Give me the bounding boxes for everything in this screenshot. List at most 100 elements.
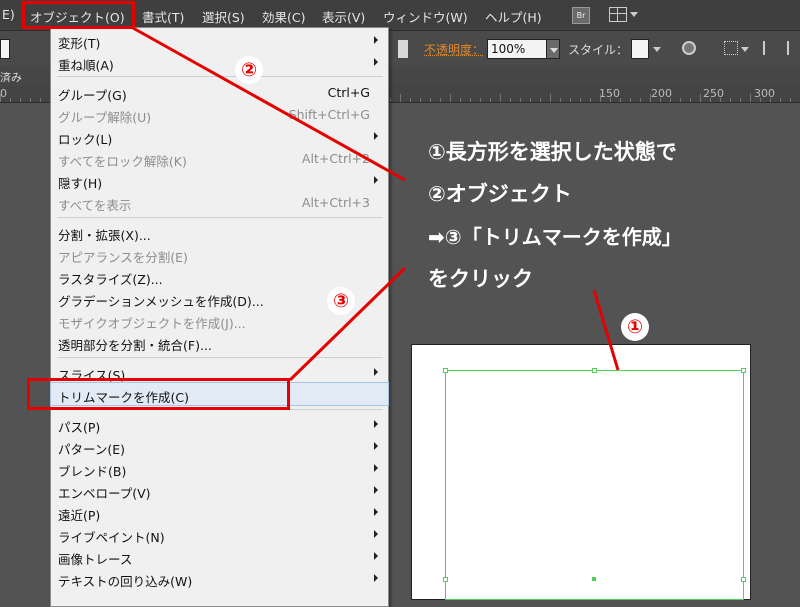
ruler-label: 200 [651,87,672,100]
ruler-tick [20,98,21,102]
submenu-arrow-icon [374,530,378,538]
submenu-arrow-icon [374,552,378,560]
opacity-label[interactable]: 不透明度： [424,41,484,58]
menu-item-image-trace[interactable]: 画像トレース [51,545,388,567]
ruler-tick [30,98,31,102]
menu-help[interactable]: ヘルプ(H) [485,7,542,26]
style-swatch[interactable] [631,39,649,59]
ruler-tick [0,94,1,102]
annotation-line-text: をクリック [428,267,533,291]
menu-item-text-wrap[interactable]: テキストの回り込み(W) [51,567,388,589]
ruler-tick [490,98,491,102]
ruler-tick [640,98,641,102]
menu-effect[interactable]: 効果(C) [262,7,305,26]
ruler-tick [700,94,701,102]
menu-item-hide[interactable]: 隠す(H) [51,169,388,191]
menu-item-unlock-all[interactable]: すべてをロック解除(K) Alt+Ctrl+2 [51,147,388,169]
selected-rectangle[interactable] [445,370,744,600]
ruler-tick [10,98,11,102]
ruler-tick [460,98,461,102]
ruler-tick [590,98,591,102]
document-tab[interactable]: 済み [0,69,22,85]
menu-item-lock[interactable]: ロック(L) [51,125,388,147]
menu-item-transform[interactable]: 変形(T) [51,29,388,51]
fill-swatch[interactable] [0,39,10,59]
ruler-tick [760,98,761,102]
menu-item-ungroup[interactable]: グループ解除(U) Shift+Ctrl+G [51,103,388,125]
ruler-label: 300 [754,87,775,100]
menu-item-perspective[interactable]: 遠近(P) [51,501,388,523]
annotation-line-text: ➡③「トリムマークを作成」 [428,225,682,249]
ruler-tick [730,98,731,102]
ruler-tick [470,98,471,102]
selection-handle[interactable] [741,577,746,582]
ruler-tick [770,98,771,102]
chevron-down-icon[interactable] [630,12,638,17]
ruler-tick [710,98,711,102]
menu-select[interactable]: 選択(S) [202,7,245,26]
style-label: スタイル： [568,43,629,57]
ruler-tick [430,98,431,102]
ruler-tick [670,98,671,102]
submenu-arrow-icon [374,508,378,516]
menu-window[interactable]: ウィンドウ(W) [383,7,468,26]
menu-type[interactable]: 書式(T) [142,7,184,26]
menu-separator [57,357,383,358]
ruler-tick [440,98,441,102]
ruler-label: 0 [0,87,7,100]
menu-item-group[interactable]: グループ(G) Ctrl+G [51,81,388,103]
annotation-box-object-menu [22,1,135,29]
submenu-arrow-icon [374,420,378,428]
menu-view[interactable]: 表示(V) [322,7,365,26]
submenu-arrow-icon [374,574,378,582]
workspace-layout-icon[interactable] [609,7,627,22]
menu-item-blend[interactable]: ブレンド(B) [51,457,388,479]
align-center-icon[interactable] [787,41,799,55]
menu-item-path[interactable]: パス(P) [51,413,388,435]
menu-item-show-all[interactable]: すべてを表示 Alt+Ctrl+3 [51,191,388,213]
align-icon[interactable] [724,41,738,55]
ruler-tick [560,98,561,102]
submenu-arrow-icon [374,58,378,66]
recolor-icon[interactable] [682,41,696,55]
ruler-tick [520,98,521,102]
ruler-tick [410,98,411,102]
menu-item-rasterize[interactable]: ラスタライズ(Z)... [51,265,388,287]
ruler-tick [40,98,41,102]
submenu-arrow-icon [374,36,378,44]
step-marker-2: ② [235,56,263,84]
selection-handle[interactable] [592,368,597,373]
align-left-icon[interactable] [763,41,775,55]
menu-item-expand[interactable]: 分割・拡張(X)... [51,221,388,243]
bridge-icon[interactable]: Br [572,7,590,24]
selection-handle[interactable] [443,368,448,373]
submenu-arrow-icon [374,486,378,494]
align-dropdown-icon[interactable] [741,47,749,52]
menu-item-expand-appearance[interactable]: アピアランスを分割(E) [51,243,388,265]
menu-edit[interactable]: E) [2,7,15,22]
object-menu-dropdown: 変形(T) 重ね順(A) グループ(G) Ctrl+G グループ解除(U) Shif… [50,27,389,607]
menu-item-pattern[interactable]: パターン(E) [51,435,388,457]
menu-item-flatten-transparency[interactable]: 透明部分を分割・統合(F)... [51,331,388,353]
annotation-box-trim-marks [27,378,290,410]
swatch-dropdown-icon[interactable] [398,40,408,58]
opacity-field[interactable]: 100% [487,39,547,59]
submenu-arrow-icon [374,368,378,376]
menu-item-arrange[interactable]: 重ね順(A) [51,51,388,73]
submenu-arrow-icon [374,132,378,140]
ruler-tick [620,98,621,102]
ruler-tick [500,94,501,102]
ruler-tick [550,94,551,102]
opacity-dropdown-icon[interactable] [546,39,560,59]
menu-item-envelope-distort[interactable]: エンベロープ(V) [51,479,388,501]
style-dropdown-icon[interactable] [653,47,661,52]
ruler-tick [780,98,781,102]
selection-handle[interactable] [741,368,746,373]
step-marker-1: ① [621,313,649,341]
ruler-tick [680,98,681,102]
ruler-tick [480,98,481,102]
menu-item-live-paint[interactable]: ライブペイント(N) [51,523,388,545]
step-marker-3: ③ [327,287,355,315]
selection-handle[interactable] [443,577,448,582]
ruler-tick [600,94,601,102]
